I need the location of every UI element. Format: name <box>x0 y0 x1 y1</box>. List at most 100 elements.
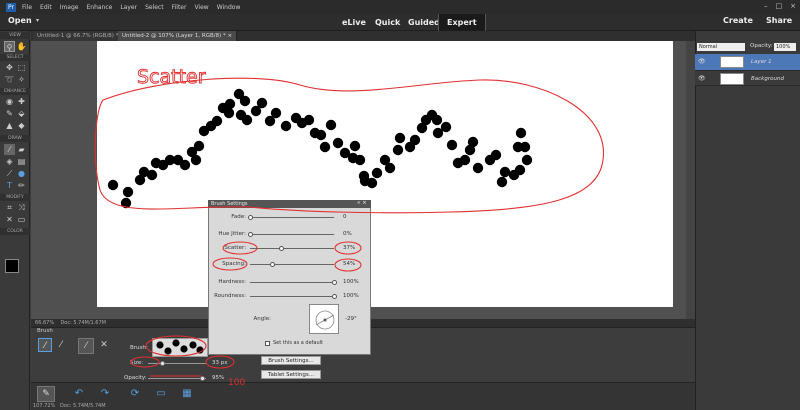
recompose-tool-icon[interactable]: ⤨ <box>16 202 27 213</box>
hue-jitter-slider-track[interactable] <box>250 234 334 235</box>
dialog-title: Brush Settings <box>208 200 371 208</box>
healing-tool-icon[interactable]: ✚ <box>16 96 27 107</box>
impressionist-brush-icon[interactable]: ⁄ <box>54 338 68 352</box>
scatter-label: Scatter: <box>224 245 246 251</box>
opacity-slider-knob[interactable] <box>200 376 205 381</box>
menu-window[interactable]: Window <box>217 4 241 11</box>
menu-layer[interactable]: Layer <box>120 4 137 11</box>
shape-tool-icon[interactable]: ● <box>16 168 27 179</box>
brush-tool-icon[interactable]: ⁄ <box>4 144 15 155</box>
spacing-slider-knob[interactable] <box>269 262 275 267</box>
fade-slider-track[interactable] <box>250 217 334 218</box>
sponge-tool-icon[interactable]: ◆ <box>16 120 27 131</box>
hardness-slider-knob[interactable] <box>332 280 337 285</box>
toolbox-section-enhance: ENHANCE <box>0 88 30 95</box>
foreground-color-swatch[interactable] <box>5 259 19 273</box>
tab-untitled-2[interactable]: Untitled-2 @ 107% (Layer 1, RGB/8) * × <box>118 31 238 41</box>
layer-row-background[interactable]: 👁 Background <box>695 70 800 86</box>
eyedropper-icon[interactable]: ⟋ <box>4 168 15 179</box>
blur-tool-icon[interactable]: ▲ <box>4 120 15 131</box>
roundness-slider-knob[interactable] <box>332 294 337 299</box>
eye-icon[interactable]: 👁 <box>698 54 706 70</box>
brush-settings-dialog <box>208 200 371 355</box>
angle-roundness-widget[interactable] <box>309 304 339 334</box>
hardness-value[interactable]: 100% <box>343 279 359 285</box>
menu-select[interactable]: Select <box>145 4 164 11</box>
size-slider-track[interactable] <box>148 363 206 364</box>
fade-label: Fade: <box>231 214 246 220</box>
menu-enhance[interactable]: Enhance <box>86 4 112 11</box>
opacity-slider-track[interactable] <box>148 378 206 379</box>
tab-untitled-1[interactable]: Untitled-1 @ 66.7% (RGB/8) * × <box>33 31 130 41</box>
brush-settings-button[interactable]: Brush Settings... <box>261 356 321 365</box>
layer-thumbnail <box>720 56 744 68</box>
redo-icon[interactable]: ↷ <box>98 388 112 400</box>
angle-value[interactable]: -29° <box>345 316 357 322</box>
layer-row-layer-1[interactable]: 👁 Layer 1 <box>695 54 800 70</box>
rotate-icon[interactable]: ⟳ <box>128 388 142 400</box>
hue-jitter-slider-knob[interactable] <box>248 232 253 237</box>
hand-tool-icon[interactable]: ✋ <box>16 41 27 52</box>
vertical-scrollbar[interactable] <box>686 41 695 319</box>
menu-file[interactable]: File <box>22 4 32 11</box>
organizer-icon[interactable]: ▦ <box>180 388 194 400</box>
toolbox: VIEW ⚲ ✋ SELECT ✥ ⬚ ➰ ✧ ENHANCE ◉ ✚ ✎ ⬙ … <box>0 31 30 410</box>
open-button[interactable]: Open <box>8 16 32 25</box>
maximize-icon[interactable]: □ <box>776 2 783 10</box>
clone-stamp-icon[interactable]: ⬙ <box>16 108 27 119</box>
brush-preset-picker[interactable] <box>152 338 208 357</box>
opacity-label: Opacity: <box>124 375 147 381</box>
color-replacement-icon[interactable]: ✕ <box>97 338 111 352</box>
eye-icon[interactable]: 👁 <box>698 71 706 87</box>
smart-brush-icon[interactable]: ✎ <box>4 108 15 119</box>
content-aware-move-icon[interactable]: ✕ <box>4 214 15 225</box>
tablet-settings-button[interactable]: Tablet Settings... <box>261 370 321 379</box>
airbrush-icon[interactable]: ⁄ <box>78 338 94 354</box>
canvas[interactable] <box>97 41 673 307</box>
minimize-icon[interactable]: – <box>764 2 768 10</box>
size-value[interactable]: 33 px <box>212 360 228 366</box>
mode-expert[interactable]: Expert <box>438 14 486 31</box>
zoom-tool-icon[interactable]: ⚲ <box>4 41 15 52</box>
brush-mode-icon[interactable]: ⁄ <box>38 338 52 352</box>
lasso-tool-icon[interactable]: ➰ <box>4 74 15 85</box>
magic-wand-icon[interactable]: ✧ <box>16 74 27 85</box>
layout-icon[interactable]: ▭ <box>154 388 168 400</box>
scatter-slider-track[interactable] <box>250 248 334 249</box>
close-icon[interactable]: × <box>790 2 796 10</box>
dialog-controls[interactable]: « × <box>357 200 367 206</box>
marquee-tool-icon[interactable]: ⬚ <box>16 62 27 73</box>
blend-mode-select[interactable]: Normal <box>697 43 745 51</box>
layer-opacity-field[interactable]: 100% <box>774 43 796 51</box>
fade-value[interactable]: 0 <box>343 214 347 220</box>
scatter-value[interactable]: 37% <box>343 245 355 251</box>
set-default-checkbox[interactable] <box>265 341 270 346</box>
roundness-slider-track[interactable] <box>250 296 334 297</box>
pencil-tool-icon[interactable]: ✏ <box>16 180 27 191</box>
chevron-down-icon[interactable]: ▾ <box>36 17 39 24</box>
size-slider-knob[interactable] <box>160 361 165 366</box>
eye-tool-icon[interactable]: ◉ <box>4 96 15 107</box>
crop-tool-icon[interactable]: ⌗ <box>4 202 15 213</box>
hue-jitter-value[interactable]: 0% <box>343 231 352 237</box>
roundness-value[interactable]: 100% <box>343 293 359 299</box>
text-tool-icon[interactable]: T <box>4 180 15 191</box>
menu-image[interactable]: Image <box>60 4 79 11</box>
menu-filter[interactable]: Filter <box>172 4 187 11</box>
menu-view[interactable]: View <box>194 4 208 11</box>
share-button[interactable]: Share <box>766 16 792 25</box>
create-button[interactable]: Create <box>723 16 753 25</box>
gradient-tool-icon[interactable]: ▤ <box>16 156 27 167</box>
hardness-slider-track[interactable] <box>250 282 334 283</box>
eraser-tool-icon[interactable]: ▰ <box>16 144 27 155</box>
spacing-value[interactable]: 54% <box>343 261 355 267</box>
menu-edit[interactable]: Edit <box>40 4 52 11</box>
fade-slider-knob[interactable] <box>248 215 253 220</box>
straighten-tool-icon[interactable]: ▭ <box>16 214 27 225</box>
tool-options-toggle-icon[interactable]: ✎ <box>37 386 55 402</box>
paint-bucket-icon[interactable]: ◈ <box>4 156 15 167</box>
spacing-slider-track[interactable] <box>250 264 334 265</box>
opacity-value[interactable]: 95% <box>212 375 224 381</box>
move-tool-icon[interactable]: ✥ <box>4 62 15 73</box>
undo-icon[interactable]: ↶ <box>72 388 86 400</box>
